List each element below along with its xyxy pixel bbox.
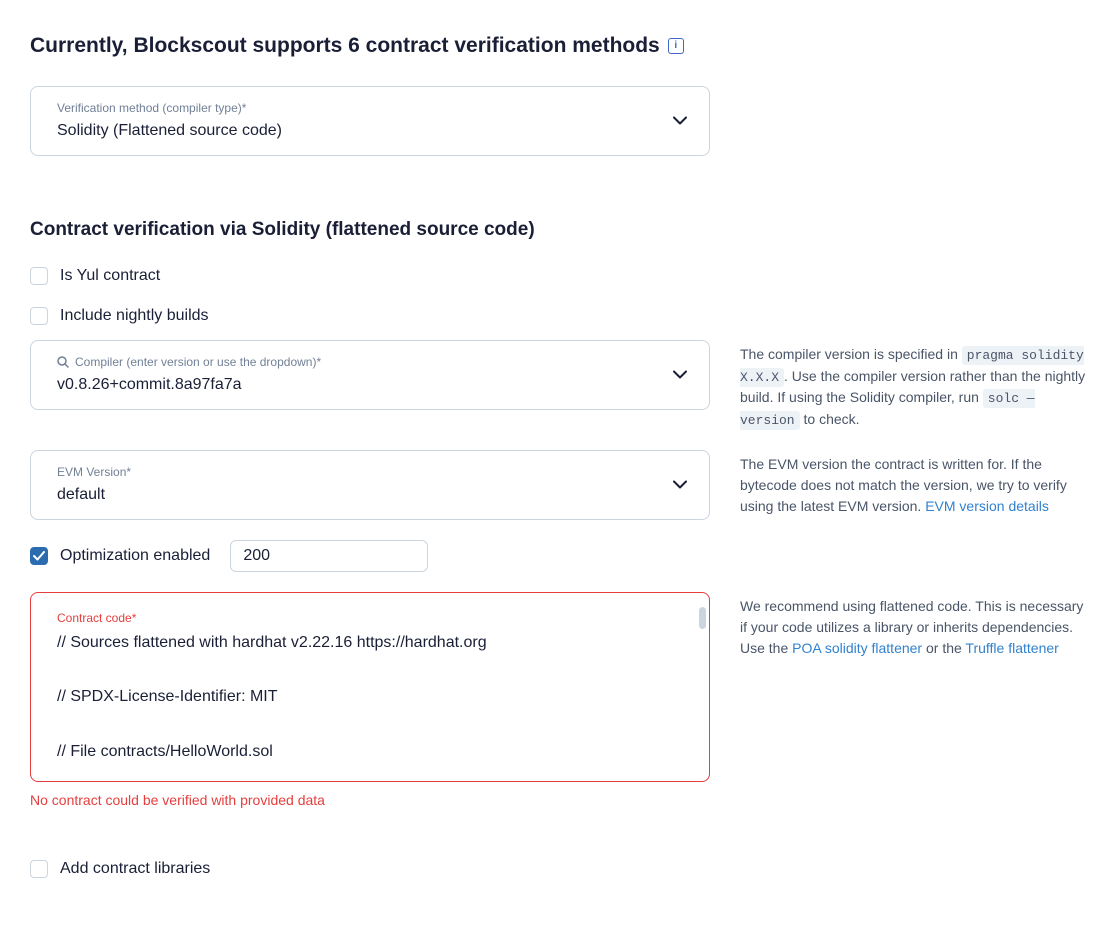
- evm-help: The EVM version the contract is written …: [740, 450, 1090, 517]
- scrollbar-thumb[interactable]: [699, 607, 706, 629]
- info-icon[interactable]: i: [668, 38, 684, 54]
- contract-code-field[interactable]: Contract code* // Sources flattened with…: [30, 592, 710, 782]
- nightly-label: Include nightly builds: [60, 304, 209, 328]
- is-yul-checkbox[interactable]: [30, 267, 48, 285]
- contract-code-error: No contract could be verified with provi…: [30, 790, 710, 811]
- search-icon: [57, 356, 69, 368]
- optimization-checkbox[interactable]: [30, 547, 48, 565]
- verification-method-select[interactable]: Verification method (compiler type)* Sol…: [30, 86, 710, 156]
- compiler-help: The compiler version is specified in pra…: [740, 340, 1090, 430]
- compiler-value: v0.8.26+commit.8a97fa7a: [57, 373, 691, 397]
- evm-version-select[interactable]: EVM Version* default: [30, 450, 710, 520]
- evm-version-label: EVM Version*: [57, 463, 691, 481]
- is-yul-label: Is Yul contract: [60, 264, 160, 288]
- optimization-runs-input[interactable]: [230, 540, 428, 572]
- compiler-label: Compiler (enter version or use the dropd…: [57, 353, 691, 371]
- poa-flattener-link[interactable]: POA solidity flattener: [792, 640, 922, 656]
- compiler-select[interactable]: Compiler (enter version or use the dropd…: [30, 340, 710, 410]
- contract-code-value: // Sources flattened with hardhat v2.22.…: [57, 629, 691, 765]
- chevron-down-icon: [673, 116, 687, 125]
- chevron-down-icon: [673, 481, 687, 490]
- verification-method-value: Solidity (Flattened source code): [57, 119, 691, 143]
- code-help: We recommend using flattened code. This …: [740, 592, 1090, 659]
- chevron-down-icon: [673, 371, 687, 380]
- add-libraries-label: Add contract libraries: [60, 857, 210, 881]
- nightly-checkbox[interactable]: [30, 307, 48, 325]
- verification-method-label: Verification method (compiler type)*: [57, 99, 691, 117]
- optimization-label: Optimization enabled: [60, 544, 210, 568]
- evm-version-value: default: [57, 483, 691, 507]
- heading-text: Currently, Blockscout supports 6 contrac…: [30, 30, 660, 62]
- page-heading: Currently, Blockscout supports 6 contrac…: [30, 30, 1090, 62]
- section-title: Contract verification via Solidity (flat…: [30, 216, 1090, 245]
- add-libraries-checkbox[interactable]: [30, 860, 48, 878]
- evm-version-details-link[interactable]: EVM version details: [925, 498, 1049, 514]
- truffle-flattener-link[interactable]: Truffle flattener: [965, 640, 1058, 656]
- contract-code-label: Contract code*: [57, 609, 691, 627]
